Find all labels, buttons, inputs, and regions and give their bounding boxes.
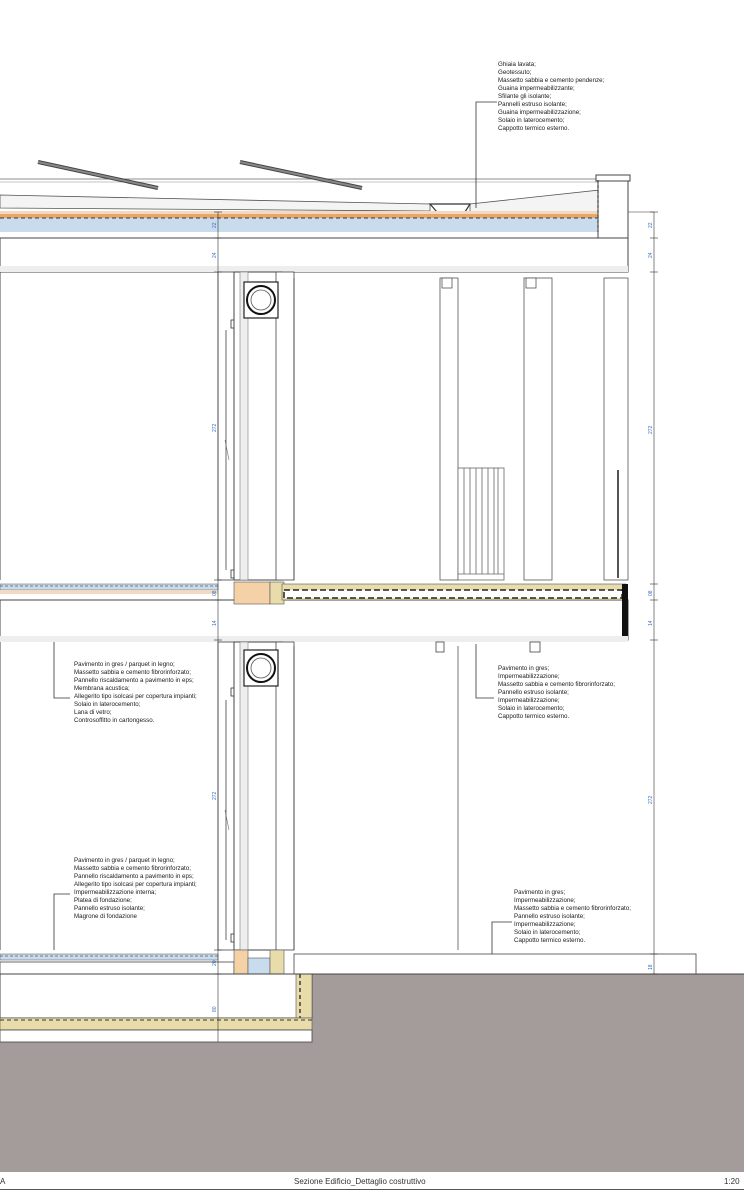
balcony-note-3: Massetto sabbia e cemento fibrorinforzat…	[498, 681, 615, 688]
dim-left-4: 08	[212, 590, 218, 596]
terrace-note-7: Cappotto termico esterno.	[514, 937, 585, 944]
leader-interior-floor	[53, 642, 70, 699]
dim-right-5: 14	[648, 620, 654, 626]
floor-note-6: Solaio in laterocemento;	[74, 701, 141, 708]
dim-left-5: 14	[212, 620, 218, 626]
floor-note-2: Massetto sabbia e cemento fibrorinforzat…	[74, 669, 191, 676]
drawing-scale: 1:20	[724, 1177, 740, 1186]
ground-floor	[0, 641, 459, 951]
balcony-note-5: Impermeabilizzazione;	[498, 697, 560, 704]
foundation-slab	[0, 973, 313, 1019]
ground-note-3: Pannello riscaldamento a pavimento in ep…	[74, 873, 194, 880]
ground-note-5: Impermeabilizzazione interna;	[74, 889, 156, 896]
ground-note-1: Pavimento in gres / parquet in legno;	[74, 857, 175, 864]
roof-assembly	[0, 160, 631, 273]
balcony-note-6: Solaio in laterocemento;	[498, 705, 565, 712]
upper-window-right-1	[439, 277, 459, 581]
terrace-note-1: Pavimento in gres;	[514, 889, 566, 896]
floor-note-3: Pannello riscaldamento a pavimento in ep…	[74, 677, 194, 684]
roof-note-3: Massetto sabbia e cemento pendenze;	[498, 77, 605, 84]
dim-right-4: 08	[648, 590, 654, 596]
ground-soil-lower	[0, 1042, 312, 1172]
dim-right-6: 272	[648, 795, 654, 804]
lean-concrete	[0, 1029, 313, 1043]
drawing-title: Sezione Edificio_Dettaglio costruttivo	[294, 1177, 426, 1186]
terrace-note-2: Impermeabilizzazione;	[514, 897, 576, 904]
roof-insulation-orange	[0, 214, 600, 218]
floor-note-4: Membrana acustica;	[74, 685, 130, 692]
ground-note-6: Platea di fondazione;	[74, 897, 132, 904]
roof-drain-gutter	[428, 203, 472, 213]
upper-window-right-2	[523, 277, 553, 581]
terrace-note-5: Impermeabilizzazione;	[514, 921, 576, 928]
ground-note-2: Massetto sabbia e cemento fibrorinforzat…	[74, 865, 191, 872]
construction-section-drawing: 22 24 272 08 14 272 20 80 22 24 272 08 1…	[0, 61, 744, 1172]
ground-note-4: Allegerito tipo isolcasi per copertura i…	[74, 881, 197, 888]
roof-gravel-right	[469, 189, 601, 213]
floor-note-7: Lana di vetro;	[74, 709, 112, 716]
roof-gravel	[0, 194, 431, 212]
dim-left-6: 272	[212, 791, 218, 800]
ground-soil	[312, 974, 744, 1172]
dim-left-2: 24	[212, 252, 218, 258]
roof-note-4: Guaina impermeabilizzante;	[498, 85, 575, 92]
footer-rule	[0, 1189, 744, 1190]
dim-right-1: 22	[648, 222, 654, 228]
roof-note-1: Ghiaia lavata;	[498, 61, 536, 68]
footer-left-label: A	[0, 1177, 6, 1186]
roof-insulation-blue	[0, 218, 600, 232]
balcony-note-1: Pavimento in gres;	[498, 665, 550, 672]
roof-parapet	[597, 177, 629, 239]
ground-note-8: Magrone di fondazione	[74, 913, 138, 920]
terrace-note-6: Solaio in laterocemento;	[514, 929, 581, 936]
roof-note-9: Cappotto termico esterno.	[498, 125, 569, 132]
dim-right-7: 18	[648, 964, 654, 970]
balcony-note-7: Cappotto termico esterno.	[498, 713, 569, 720]
leader-ground-floor	[53, 893, 70, 950]
dim-right-3: 272	[648, 425, 654, 434]
balcony-note-2: Impermeabilizzazione;	[498, 673, 560, 680]
roof-note-6: Pannelli estruso isolante;	[498, 101, 567, 108]
floor-note-1: Pavimento in gres / parquet in legno;	[74, 661, 175, 668]
dim-left-1: 22	[212, 222, 218, 228]
intermediate-slab	[0, 581, 629, 653]
terrace-note-3: Massetto sabbia e cemento fibrorinforzat…	[514, 905, 631, 912]
title-block-footer: A Sezione Edificio_Dettaglio costruttivo…	[0, 1172, 744, 1200]
roof-note-5: Sfilante gli isolante;	[498, 93, 552, 100]
roof-note-7: Guaina impermeabilizzazione;	[498, 109, 581, 116]
balcony-note-4: Pannello estruso isolante;	[498, 689, 569, 696]
ground-note-7: Pannello estruso isolante;	[74, 905, 145, 912]
dim-left-8: 80	[212, 1006, 218, 1012]
upper-floor	[0, 271, 629, 581]
balcony-railing	[457, 467, 505, 581]
dim-right-2: 24	[648, 252, 654, 258]
roof-note-8: Solaio in laterocemento;	[498, 117, 565, 124]
dim-left-3: 272	[212, 423, 218, 432]
leader-balcony	[475, 644, 494, 699]
terrace-note-4: Pannello estruso isolante;	[514, 913, 585, 920]
leader-terrace	[491, 921, 512, 954]
floor-note-8: Controsoffitto in cartongesso.	[74, 717, 155, 724]
floor-note-5: Allegerito tipo isolcasi per copertura i…	[74, 693, 197, 700]
dim-left-7: 20	[212, 960, 218, 966]
roof-note-2: Geotessuto;	[498, 69, 532, 76]
